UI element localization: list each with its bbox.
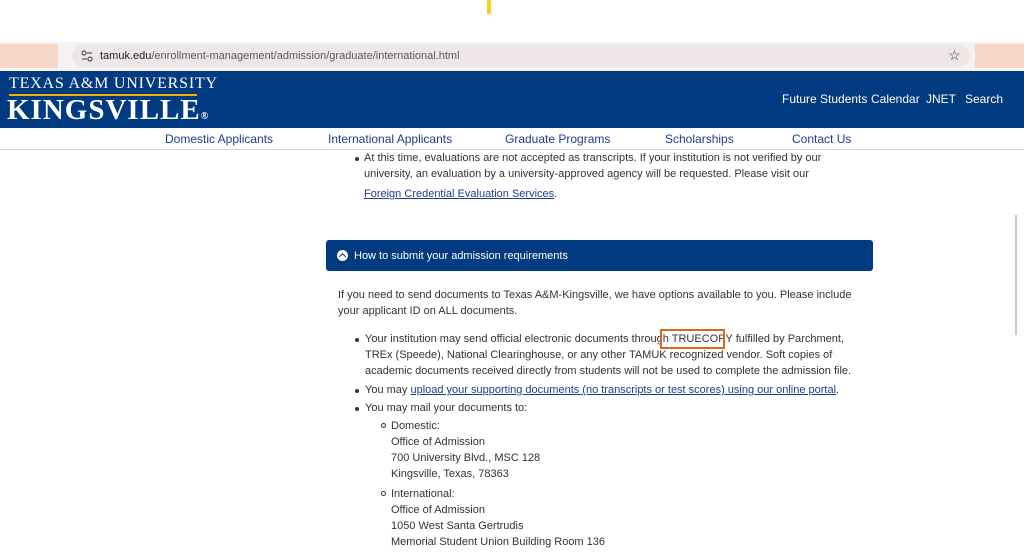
bullet-upload: You may upload your supporting documents… — [365, 382, 839, 398]
international-address-line: Memorial Student Union Building Room 136 — [391, 536, 606, 548]
cursor-marker — [487, 0, 491, 14]
bullet-electronic-post: fulfilled by Parchment, — [732, 333, 844, 345]
nav-future-students[interactable]: Future Students — [782, 92, 867, 106]
logo-registered-mark: ® — [200, 111, 210, 122]
bullet-upload-post: . — [836, 384, 840, 396]
logo-top-text: TEXAS A&M UNIVERSITY — [9, 75, 218, 92]
upload-portal-link[interactable]: upload your supporting documents (no tra… — [410, 384, 836, 396]
url-path: /enrollment-management/admission/graduat… — [151, 50, 460, 62]
bullet-electronic-line-2: TREx (Speede), National Clearinghouse, o… — [365, 349, 833, 361]
chevron-up-icon — [337, 250, 348, 261]
domestic-address-line: 700 University Blvd., MSC 128 — [391, 452, 541, 464]
list-bullet — [355, 157, 359, 161]
eval-link-line: Foreign Credential Evaluation Services. — [364, 186, 557, 202]
list-bullet — [355, 389, 359, 393]
nav-calendar[interactable]: Calendar — [871, 92, 920, 106]
bullet-electronic-line-3: academic documents received directly fro… — [365, 365, 852, 377]
eval-text-line-1: At this time, evaluations are not accept… — [364, 152, 822, 164]
international-address-line: Office of Admission — [391, 504, 485, 516]
domestic-address-line: Kingsville, Texas, 78363 — [391, 468, 509, 480]
nav-jnet[interactable]: JNET — [926, 92, 956, 106]
intro-line-1: If you need to send documents to Texas A… — [338, 289, 852, 301]
subnav-scholarships[interactable]: Scholarships — [665, 132, 734, 146]
foreign-credential-link[interactable]: Foreign Credential Evaluation Services — [364, 188, 554, 200]
bullet-mail: You may mail your documents to: — [365, 402, 528, 414]
subnav-graduate-programs[interactable]: Graduate Programs — [505, 132, 610, 146]
scrollbar[interactable] — [1015, 215, 1017, 335]
bookmark-star-icon[interactable]: ☆ — [947, 48, 962, 63]
url-text: tamuk.edu/enrollment-management/admissio… — [100, 49, 460, 63]
subnav-domestic-applicants[interactable]: Domestic Applicants — [165, 132, 273, 146]
sub-list-bullet — [381, 491, 386, 496]
sub-list-bullet — [381, 423, 386, 428]
intro-line-2: your applicant ID on ALL documents. — [338, 305, 518, 317]
domestic-address-line: Office of Admission — [391, 436, 485, 448]
international-address-line: 1050 West Santa Gertrudis — [391, 520, 524, 532]
subnav-international-applicants[interactable]: International Applicants — [328, 132, 452, 146]
bullet-upload-pre: You may — [365, 384, 411, 396]
top-strip — [0, 0, 1024, 42]
subnav-contact-us[interactable]: Contact Us — [792, 132, 851, 146]
domestic-label: Domestic: — [391, 420, 440, 432]
logo[interactable]: KINGSVILLE® — [7, 95, 209, 132]
url-host: tamuk.edu — [100, 50, 152, 62]
logo-main-text: KINGSVILLE — [7, 94, 201, 126]
nav-search[interactable]: Search — [965, 92, 1003, 106]
accordion-title: How to submit your admission requirement… — [354, 250, 568, 262]
browser-tab-area-left — [0, 44, 58, 68]
bullet-electronic-pre: Your institution may send official elect… — [365, 333, 672, 345]
eval-period: . — [554, 188, 558, 200]
bullet-electronic-line-1: Your institution may send official elect… — [365, 331, 844, 347]
international-label: International: — [391, 488, 455, 500]
site-settings-icon[interactable] — [80, 49, 94, 63]
browser-tab-area-right — [975, 44, 1024, 68]
list-bullet — [355, 338, 359, 342]
eval-text-line-2: university, an evaluation by a universit… — [364, 168, 809, 180]
list-bullet — [355, 407, 359, 411]
highlight-annotation-box — [660, 329, 725, 349]
